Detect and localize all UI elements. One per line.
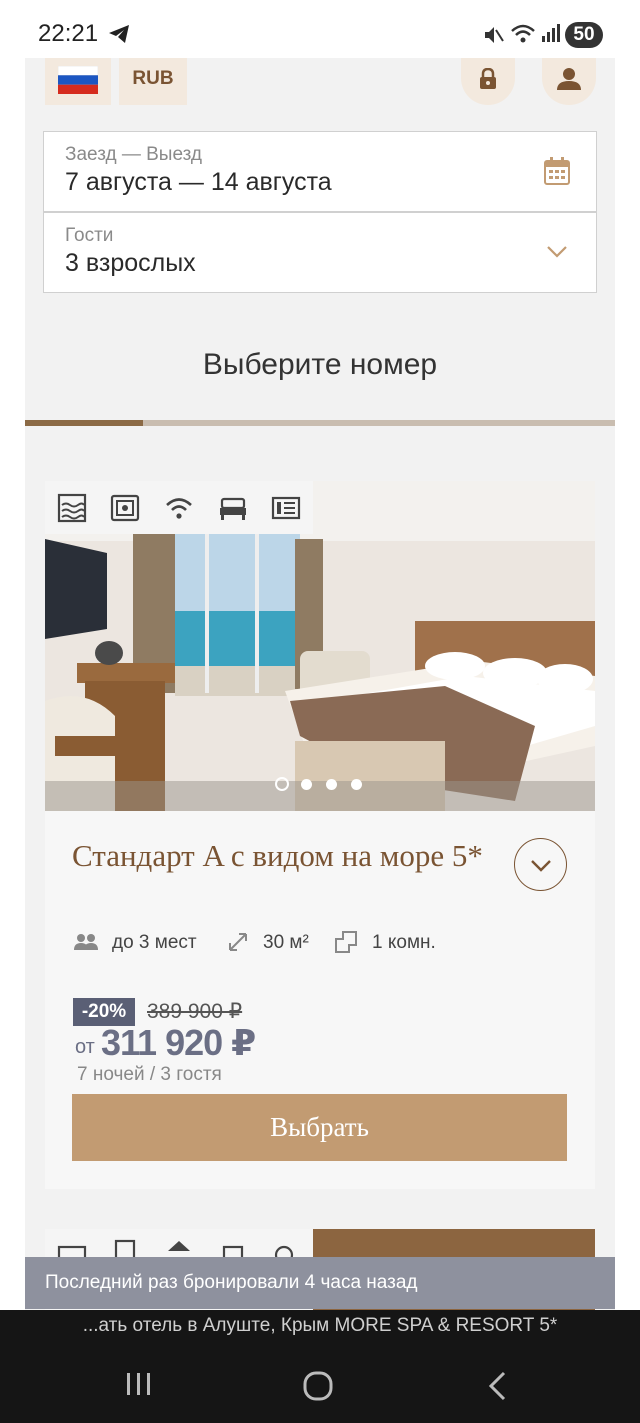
bed-icon	[220, 497, 246, 520]
profile-button[interactable]	[542, 58, 596, 105]
recent-apps-icon[interactable]	[124, 1370, 154, 1398]
guests-value: 3 взрослых	[65, 249, 196, 277]
url-bar[interactable]: ...ать отель в Алуште, Крым MORE SPA & R…	[0, 1315, 640, 1337]
currency-button[interactable]: RUB	[119, 58, 187, 105]
status-time: 22:21	[38, 20, 99, 47]
language-button[interactable]	[45, 58, 111, 105]
area-arrows-icon	[229, 933, 247, 951]
status-bar: 22:21 50	[0, 0, 640, 58]
carousel-dot-1[interactable]	[275, 777, 289, 791]
user-icon	[557, 68, 581, 90]
expand-room-button[interactable]	[514, 838, 567, 891]
amenities-bar	[45, 481, 313, 534]
back-icon[interactable]	[486, 1370, 508, 1402]
tv-icon	[271, 496, 301, 520]
signal-icon	[542, 24, 560, 42]
wifi-status-icon	[511, 24, 535, 43]
chevron-down-icon	[531, 860, 551, 872]
room-card: Стандарт A с видом на море 5* до 3 мест …	[45, 481, 595, 1189]
sea-view-icon	[57, 493, 87, 523]
mute-icon	[485, 27, 504, 43]
active-tab-indicator	[25, 420, 143, 426]
chevron-down-icon	[547, 246, 567, 258]
lock-icon	[480, 68, 496, 89]
russia-flag-icon	[58, 66, 98, 94]
home-icon[interactable]	[302, 1370, 334, 1402]
carousel-dot-2[interactable]	[301, 779, 312, 790]
guests-icon	[74, 934, 98, 950]
safe-icon	[110, 494, 140, 522]
dates-label: Заезд — Выезд	[65, 144, 202, 165]
wifi-icon	[166, 498, 192, 519]
guests-field[interactable]: Гости 3 взрослых	[43, 212, 597, 293]
carousel-dot-4[interactable]	[351, 779, 362, 790]
booking-page: RUB Заезд — Выезд 7 августа — 14 августа…	[25, 58, 615, 1310]
room-capacity: до 3 мест	[112, 932, 197, 953]
nights-guests-info: 7 ночей / 3 гостя	[77, 1064, 222, 1085]
dates-value: 7 августа — 14 августа	[65, 168, 332, 196]
telegram-icon	[109, 25, 129, 43]
old-price: 389 900 ₽	[147, 1000, 243, 1023]
price-from-label: от	[75, 1036, 95, 1058]
carousel-dot-3[interactable]	[326, 779, 337, 790]
room-price: 311 920 ₽	[101, 1022, 256, 1063]
login-lock-button[interactable]	[461, 58, 515, 105]
rooms-count-icon	[335, 931, 357, 953]
room-tabs-indicator	[25, 420, 615, 426]
room-title[interactable]: Стандарт A с видом на море 5*	[72, 837, 502, 875]
dates-field[interactable]: Заезд — Выезд 7 августа — 14 августа	[43, 131, 597, 212]
guests-label: Гости	[65, 225, 114, 246]
calendar-icon	[544, 157, 570, 185]
battery-indicator: 50	[565, 22, 603, 48]
browser-bottom-bar: ...ать отель в Алуште, Крым MORE SPA & R…	[0, 1310, 640, 1423]
section-title: Выберите номер	[202, 348, 438, 381]
last-booked-toast: Последний раз бронировали 4 часа назад	[25, 1257, 615, 1309]
room-photo-carousel[interactable]	[45, 481, 595, 811]
currency-label: RUB	[132, 68, 174, 89]
select-room-button[interactable]: Выбрать	[72, 1094, 567, 1161]
room-count: 1 комн.	[372, 932, 436, 953]
room-area: 30 м²	[263, 932, 309, 953]
